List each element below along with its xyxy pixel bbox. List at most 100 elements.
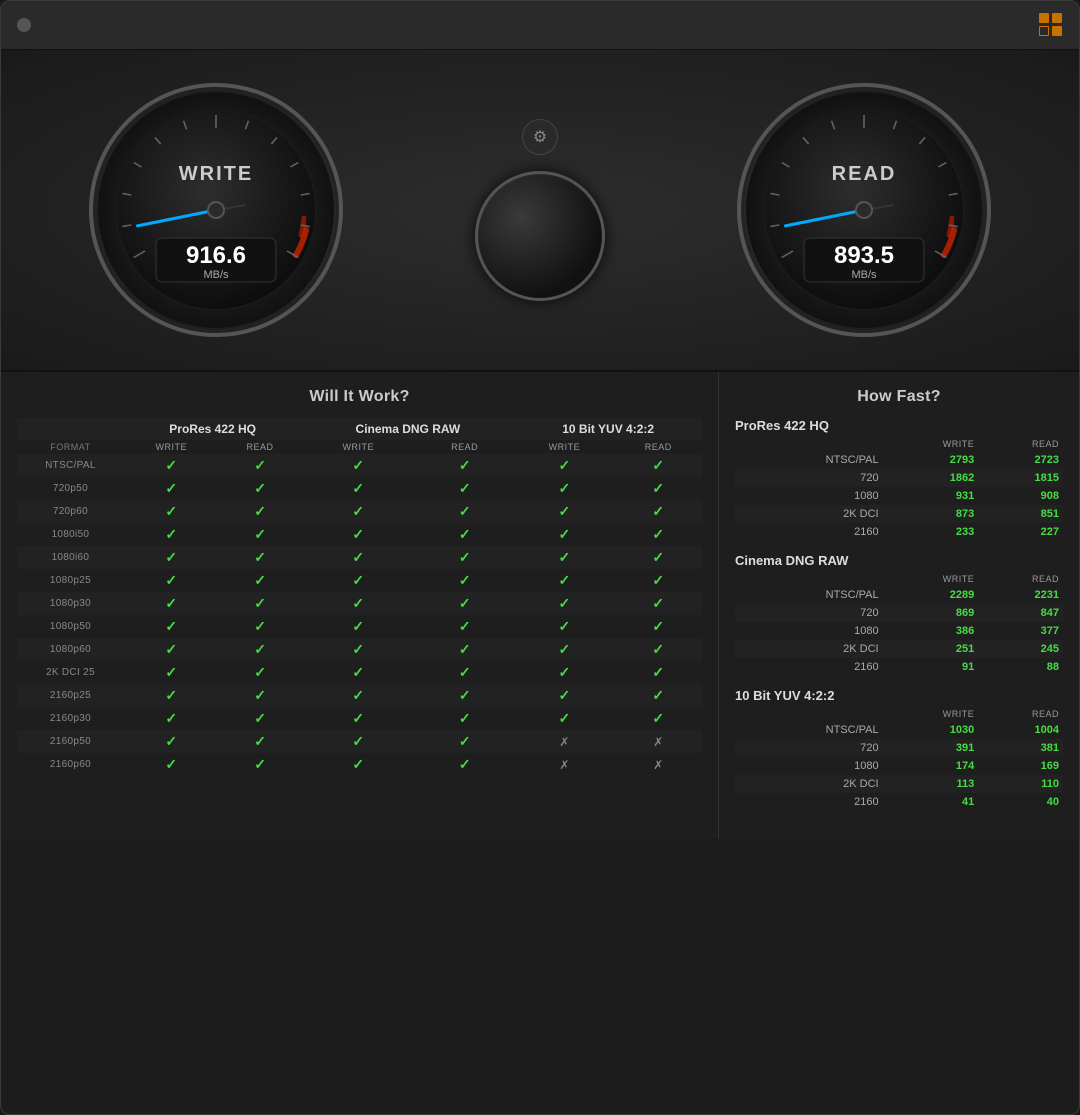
- fast-row: 21604140: [735, 793, 1063, 811]
- work-cell: ✓: [514, 615, 614, 638]
- read-sub-1: READ: [219, 440, 302, 454]
- format-label: NTSC/PAL: [17, 454, 124, 477]
- work-table-row: 720p60✓✓✓✓✓✓: [17, 500, 702, 523]
- fast-read-val: 377: [978, 622, 1063, 640]
- work-cell: ✓: [124, 730, 219, 753]
- check-icon: ✓: [459, 457, 471, 473]
- work-cell: ✓: [614, 546, 702, 569]
- cross-icon: ✗: [653, 758, 663, 772]
- check-icon: ✓: [165, 618, 177, 634]
- write-sub-1: WRITE: [124, 440, 219, 454]
- fast-row-label: NTSC/PAL: [735, 451, 883, 469]
- check-icon: ✓: [165, 664, 177, 680]
- format-label: 2160p50: [17, 730, 124, 753]
- work-cell: ✓: [514, 569, 614, 592]
- fast-read-val: 40: [978, 793, 1063, 811]
- fast-write-val: 869: [883, 604, 979, 622]
- title-section: [43, 13, 1063, 37]
- fast-read-val: 2723: [978, 451, 1063, 469]
- work-cell: ✓: [219, 454, 302, 477]
- check-icon: ✓: [652, 687, 664, 703]
- fast-row-label: 1080: [735, 757, 883, 775]
- work-cell: ✓: [614, 523, 702, 546]
- work-cell: ✓: [124, 661, 219, 684]
- how-fast-panel: How Fast? ProRes 422 HQWRITEREADNTSC/PAL…: [719, 372, 1079, 839]
- check-icon: ✓: [652, 549, 664, 565]
- fast-groups-container: ProRes 422 HQWRITEREADNTSC/PAL2793272372…: [735, 418, 1063, 811]
- format-label: 1080p60: [17, 638, 124, 661]
- format-label: 720p60: [17, 500, 124, 523]
- work-cell: ✓: [301, 730, 415, 753]
- work-cell: ✓: [301, 500, 415, 523]
- fast-write-val: 1862: [883, 469, 979, 487]
- check-icon: ✓: [652, 480, 664, 496]
- how-fast-title: How Fast?: [735, 388, 1063, 406]
- check-icon: ✓: [652, 457, 664, 473]
- fast-codec-title: Cinema DNG RAW: [735, 553, 1063, 568]
- check-icon: ✓: [352, 572, 364, 588]
- work-table-row: 1080p30✓✓✓✓✓✓: [17, 592, 702, 615]
- check-icon: ✓: [652, 710, 664, 726]
- fast-group: 10 Bit YUV 4:2:2WRITEREADNTSC/PAL1030100…: [735, 688, 1063, 811]
- check-icon: ✓: [459, 664, 471, 680]
- work-cell: ✓: [514, 546, 614, 569]
- check-icon: ✓: [254, 526, 266, 542]
- fast-write-val: 1030: [883, 721, 979, 739]
- work-cell: ✓: [614, 684, 702, 707]
- check-icon: ✓: [254, 756, 266, 772]
- check-icon: ✓: [254, 595, 266, 611]
- work-table: ProRes 422 HQ Cinema DNG RAW 10 Bit YUV …: [17, 418, 702, 776]
- check-icon: ✓: [459, 549, 471, 565]
- work-cell: ✓: [301, 523, 415, 546]
- fast-table: WRITEREADNTSC/PAL10301004720391381108017…: [735, 707, 1063, 811]
- check-icon: ✓: [459, 710, 471, 726]
- check-icon: ✓: [652, 618, 664, 634]
- work-cell: ✓: [415, 684, 514, 707]
- fast-row: 720869847: [735, 604, 1063, 622]
- work-cell: ✓: [514, 477, 614, 500]
- work-cell: ✓: [614, 592, 702, 615]
- read-gauge-svg: READ 893.5 MB/s: [734, 80, 994, 340]
- codec-header-prores: ProRes 422 HQ: [124, 418, 302, 440]
- work-cell: ✓: [614, 615, 702, 638]
- check-icon: ✓: [559, 618, 571, 634]
- start-button[interactable]: [475, 171, 605, 301]
- sub-header-row: FORMAT WRITE READ WRITE READ WRITE READ: [17, 440, 702, 454]
- work-cell: ✓: [124, 569, 219, 592]
- check-icon: ✓: [165, 549, 177, 565]
- format-label: 2160p60: [17, 753, 124, 776]
- work-table-row: 720p50✓✓✓✓✓✓: [17, 477, 702, 500]
- fast-write-val: 873: [883, 505, 979, 523]
- work-table-row: 2K DCI 25✓✓✓✓✓✓: [17, 661, 702, 684]
- check-icon: ✓: [254, 710, 266, 726]
- read-gauge-label: READ: [832, 163, 897, 185]
- work-cell: ✓: [415, 615, 514, 638]
- work-cell: ✓: [124, 523, 219, 546]
- check-icon: ✓: [352, 526, 364, 542]
- work-cell: ✓: [301, 638, 415, 661]
- work-cell: ✓: [124, 546, 219, 569]
- work-cell: ✓: [219, 730, 302, 753]
- work-cell: ✓: [301, 684, 415, 707]
- close-button[interactable]: [17, 18, 31, 32]
- work-cell: ✓: [219, 753, 302, 776]
- work-cell: ✓: [415, 500, 514, 523]
- format-label: 1080p30: [17, 592, 124, 615]
- codec-header-row: ProRes 422 HQ Cinema DNG RAW 10 Bit YUV …: [17, 418, 702, 440]
- check-icon: ✓: [559, 687, 571, 703]
- fast-row-label: 2K DCI: [735, 775, 883, 793]
- check-icon: ✓: [352, 710, 364, 726]
- fast-row-label: 1080: [735, 487, 883, 505]
- work-cell: ✓: [124, 684, 219, 707]
- format-label: 1080p25: [17, 569, 124, 592]
- fast-row: 1080386377: [735, 622, 1063, 640]
- check-icon: ✓: [165, 756, 177, 772]
- settings-button[interactable]: ⚙: [522, 119, 558, 155]
- work-cell: ✓: [219, 477, 302, 500]
- work-cell: ✓: [514, 661, 614, 684]
- format-header: [735, 572, 883, 586]
- check-icon: ✓: [559, 595, 571, 611]
- check-icon: ✓: [254, 549, 266, 565]
- work-cell: ✓: [514, 500, 614, 523]
- format-label: 1080p50: [17, 615, 124, 638]
